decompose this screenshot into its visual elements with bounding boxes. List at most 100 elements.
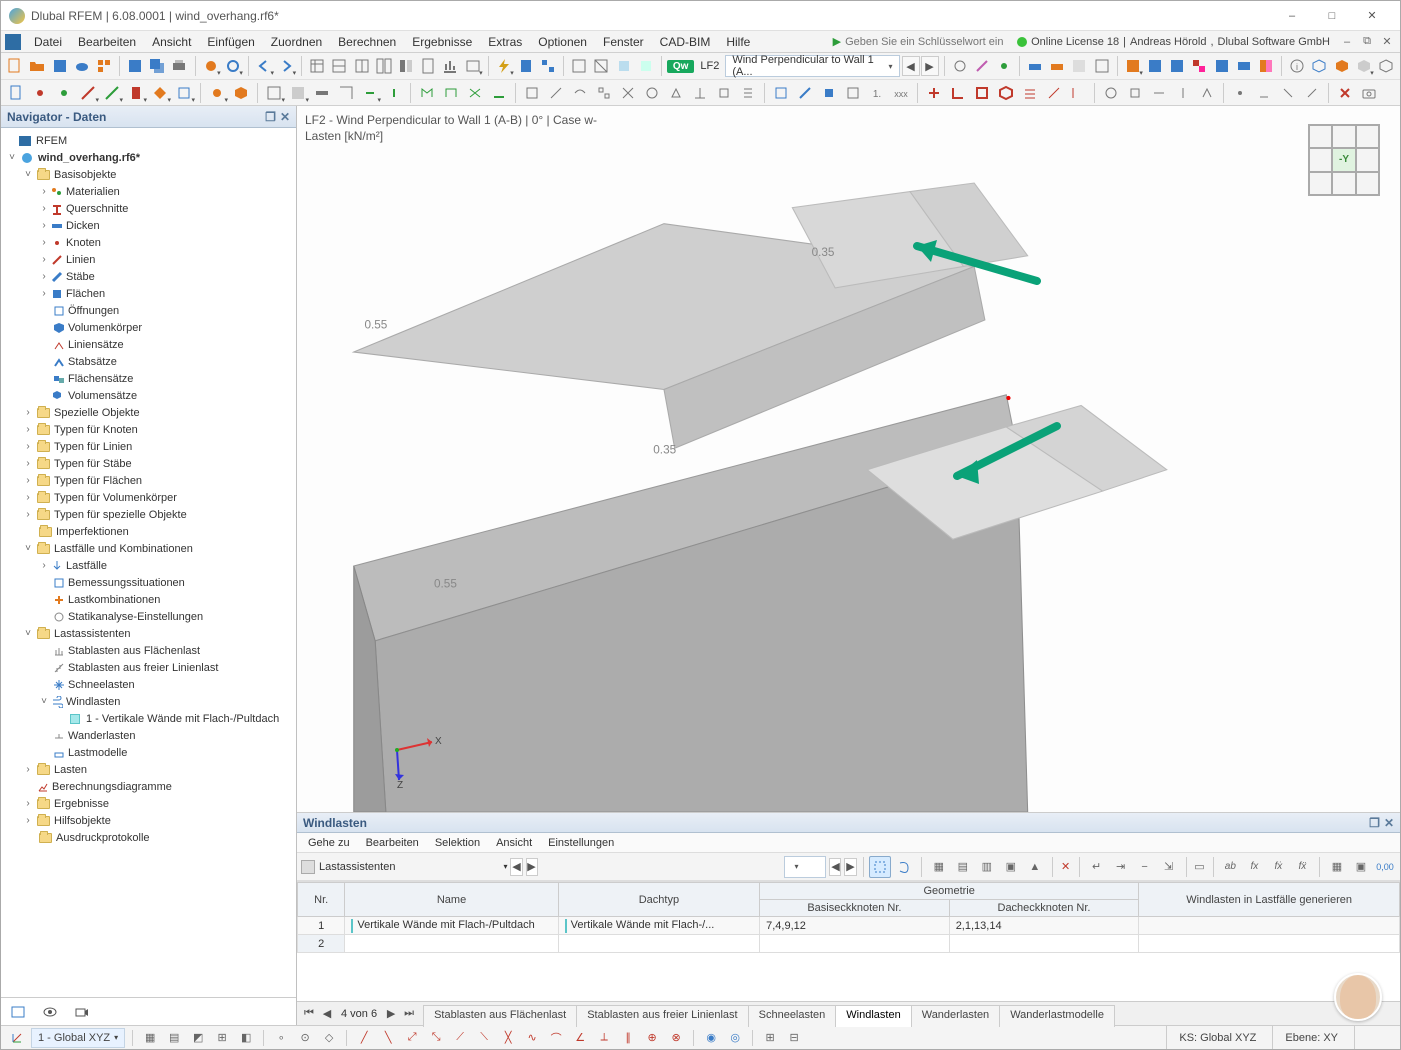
doc-close-button[interactable]: ✕ [1378,34,1396,50]
r2-b51[interactable] [1301,82,1323,104]
r2-b20[interactable] [488,82,510,104]
tree-imperfektionen[interactable]: Imperfektionen [1,523,296,540]
undo-button[interactable]: ▾ [254,55,274,77]
page-first-button[interactable]: ⏮ [301,1005,317,1023]
status-r7[interactable]: ╳ [498,1028,518,1048]
iso-3-button[interactable]: ▾ [1354,55,1374,77]
assistant-avatar[interactable] [1334,973,1382,1021]
search-input[interactable] [845,36,1005,48]
status-snap-4[interactable]: ⊞ [212,1028,232,1048]
tbk-1[interactable]: ▦ [928,856,950,878]
r2-b15[interactable]: ▾ [359,82,381,104]
tree-model[interactable]: ˅wind_overhang.rf6* [1,149,296,166]
tree-oeffnungen[interactable]: Öffnungen [1,302,296,319]
r2-b28[interactable] [689,82,711,104]
tree-dicken[interactable]: ›Dicken [1,217,296,234]
table-row[interactable]: 2 [298,935,1400,953]
status-r10[interactable]: ∠ [570,1028,590,1048]
toggle-a-button[interactable] [949,55,969,77]
r2-b23[interactable] [569,82,591,104]
loadcase-next-button[interactable]: ▶ [921,56,939,76]
r2-b35[interactable]: 1. [866,82,888,104]
save-all-button[interactable] [147,55,167,77]
etab-0[interactable]: Stablasten aus Flächenlast [423,1005,577,1027]
navigator-close-button[interactable]: ✕ [280,110,290,124]
tree-bemessung[interactable]: Bemessungssituationen [1,574,296,591]
loadcase-combo[interactable]: Wind Perpendicular to Wall 1 (A...▾ [725,55,899,77]
r2-b38[interactable] [971,82,993,104]
menu-berechnen[interactable]: Berechnen [331,33,403,51]
status-r4[interactable]: ⤡ [426,1028,446,1048]
delete-row-icon[interactable]: ✕ [1058,856,1073,878]
r2-b18[interactable] [440,82,462,104]
tbk-dec[interactable]: 0,00 [1374,856,1396,878]
tree-windlasten[interactable]: ˅Windlasten [1,693,296,710]
status-r6[interactable]: ⟍ [474,1028,494,1048]
split-button[interactable] [396,55,416,77]
tbk-fx2[interactable]: fx [1243,856,1265,878]
render-4-button[interactable] [1092,55,1112,77]
tbk-4[interactable]: ▣ [1000,856,1022,878]
cloud-button[interactable] [72,55,92,77]
r2-b29[interactable] [713,82,735,104]
r2-b47[interactable] [1196,82,1218,104]
menu-einfuegen[interactable]: Einfügen [200,33,261,51]
search-box[interactable]: ▶ [833,35,1005,48]
lower-next-button[interactable]: ▶ [526,858,538,876]
etab-3[interactable]: Windlasten [835,1005,911,1027]
render-1-button[interactable] [1025,55,1045,77]
r2-b50[interactable] [1277,82,1299,104]
tree-flaechensaetze[interactable]: Flächensätze [1,370,296,387]
toggle-c-button[interactable] [994,55,1014,77]
r2-b21[interactable] [521,82,543,104]
view-3-button[interactable] [614,55,634,77]
r2-b41[interactable] [1043,82,1065,104]
status-b2[interactable]: ◎ [725,1028,745,1048]
report-button[interactable] [418,55,438,77]
iso-1-button[interactable] [1309,55,1329,77]
status-m2[interactable]: ⊟ [784,1028,804,1048]
r2-b37[interactable] [947,82,969,104]
tree-types-staebe[interactable]: ›Typen für Stäbe [1,455,296,472]
tree-berechnung[interactable]: Berechnungsdiagramme [1,778,296,795]
lower-menu-selektion[interactable]: Selektion [428,835,487,851]
status-snap-3[interactable]: ◩ [188,1028,208,1048]
status-snap-5[interactable]: ◧ [236,1028,256,1048]
r2-b34[interactable] [842,82,864,104]
open-button[interactable] [27,55,47,77]
r2-b14[interactable] [335,82,357,104]
new-button[interactable] [5,55,25,77]
tbk-fx3[interactable]: fẋ [1267,856,1289,878]
status-snap-2[interactable]: ▤ [164,1028,184,1048]
tbk-fx4[interactable]: fẍ [1291,856,1313,878]
col-dachtyp[interactable]: Dachtyp [558,883,759,917]
tree-staebe[interactable]: ›Stäbe [1,268,296,285]
tree-basisobjekte[interactable]: ˅Basisobjekte [1,166,296,183]
tbk-3[interactable]: ▥ [976,856,998,878]
sel-rect-icon[interactable] [869,856,891,878]
tree-root[interactable]: RFEM [1,132,296,149]
tbk-opt1[interactable]: ▦ [1326,856,1348,878]
iso-4-button[interactable] [1376,55,1396,77]
tree-lastkomb[interactable]: Lastkombinationen [1,591,296,608]
lower-menu-bearbeiten[interactable]: Bearbeiten [359,835,426,851]
menu-datei[interactable]: Datei [27,33,69,51]
status-r13[interactable]: ⊕ [642,1028,662,1048]
info-button[interactable]: i [1287,55,1307,77]
status-osnap-1[interactable]: ∘ [271,1028,291,1048]
col-basis[interactable]: Basiseckknoten Nr. [760,900,950,917]
doc-minimize-button[interactable]: – [1338,34,1356,50]
r2-b11[interactable]: ▾ [263,82,285,104]
page-next-button[interactable]: ▶ [383,1005,399,1023]
status-r9[interactable]: ⌒ [546,1028,566,1048]
redo-button[interactable]: ▾ [276,55,296,77]
toggle-b-button[interactable] [972,55,992,77]
r2-b33[interactable] [818,82,840,104]
r2-b2[interactable] [29,82,51,104]
grp-7-button[interactable] [1256,55,1276,77]
lower-filter-prev[interactable]: ◀ [829,858,841,876]
tree-lastmodelle[interactable]: Lastmodelle [1,744,296,761]
lower-category-combo[interactable]: Lastassistenten ▾ [301,857,507,877]
tbk-5[interactable]: ▲ [1024,856,1046,878]
close-button[interactable]: ✕ [1352,2,1392,30]
